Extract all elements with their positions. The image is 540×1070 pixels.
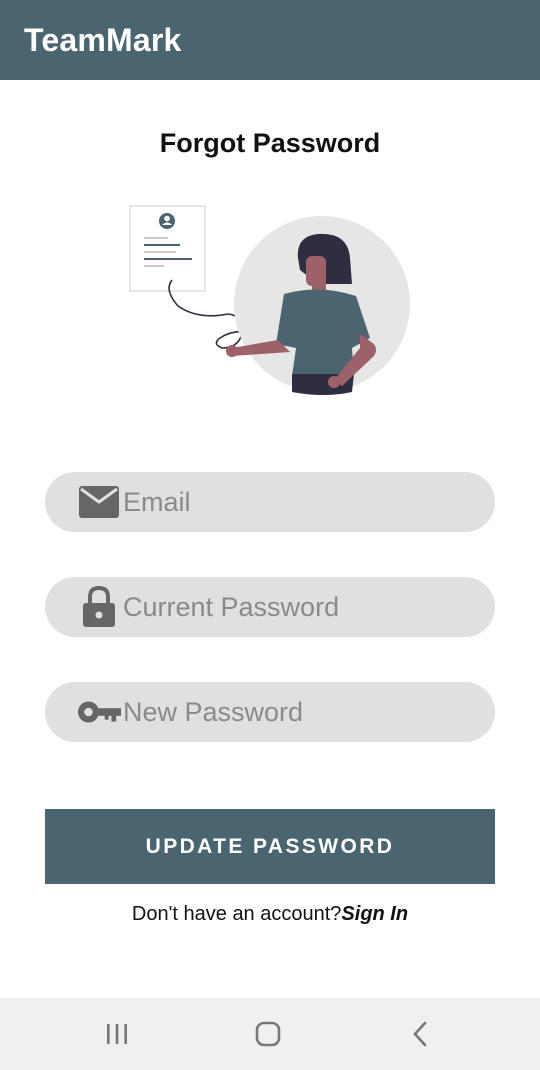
home-icon: [255, 1021, 281, 1047]
signin-row: Don't have an account?Sign In: [0, 903, 540, 926]
app-bar: TeamMark: [0, 0, 540, 80]
system-nav-bar: [0, 998, 540, 1070]
lock-icon: [77, 586, 121, 627]
email-field-container: [45, 472, 495, 532]
recent-apps-icon: [107, 1024, 127, 1044]
envelope-icon: [77, 482, 121, 522]
update-password-button[interactable]: UPDATE PASSWORD: [45, 809, 495, 884]
key-icon: [77, 692, 121, 732]
home-button[interactable]: [238, 1014, 298, 1054]
new-password-input[interactable]: [123, 682, 483, 742]
email-input[interactable]: [123, 472, 483, 532]
forgot-password-illustration: [129, 205, 410, 395]
signin-link[interactable]: Sign In: [341, 903, 408, 925]
back-icon: [413, 1021, 427, 1047]
app-title: TeamMark: [24, 21, 182, 58]
page-title: Forgot Password: [159, 128, 381, 158]
current-password-input[interactable]: [123, 577, 483, 637]
back-button[interactable]: [390, 1014, 450, 1054]
recent-apps-button[interactable]: [87, 1014, 147, 1054]
new-password-field-container: [45, 682, 495, 742]
current-password-field-container: [45, 577, 495, 637]
signin-prompt: Don't have an account?: [131, 903, 342, 925]
